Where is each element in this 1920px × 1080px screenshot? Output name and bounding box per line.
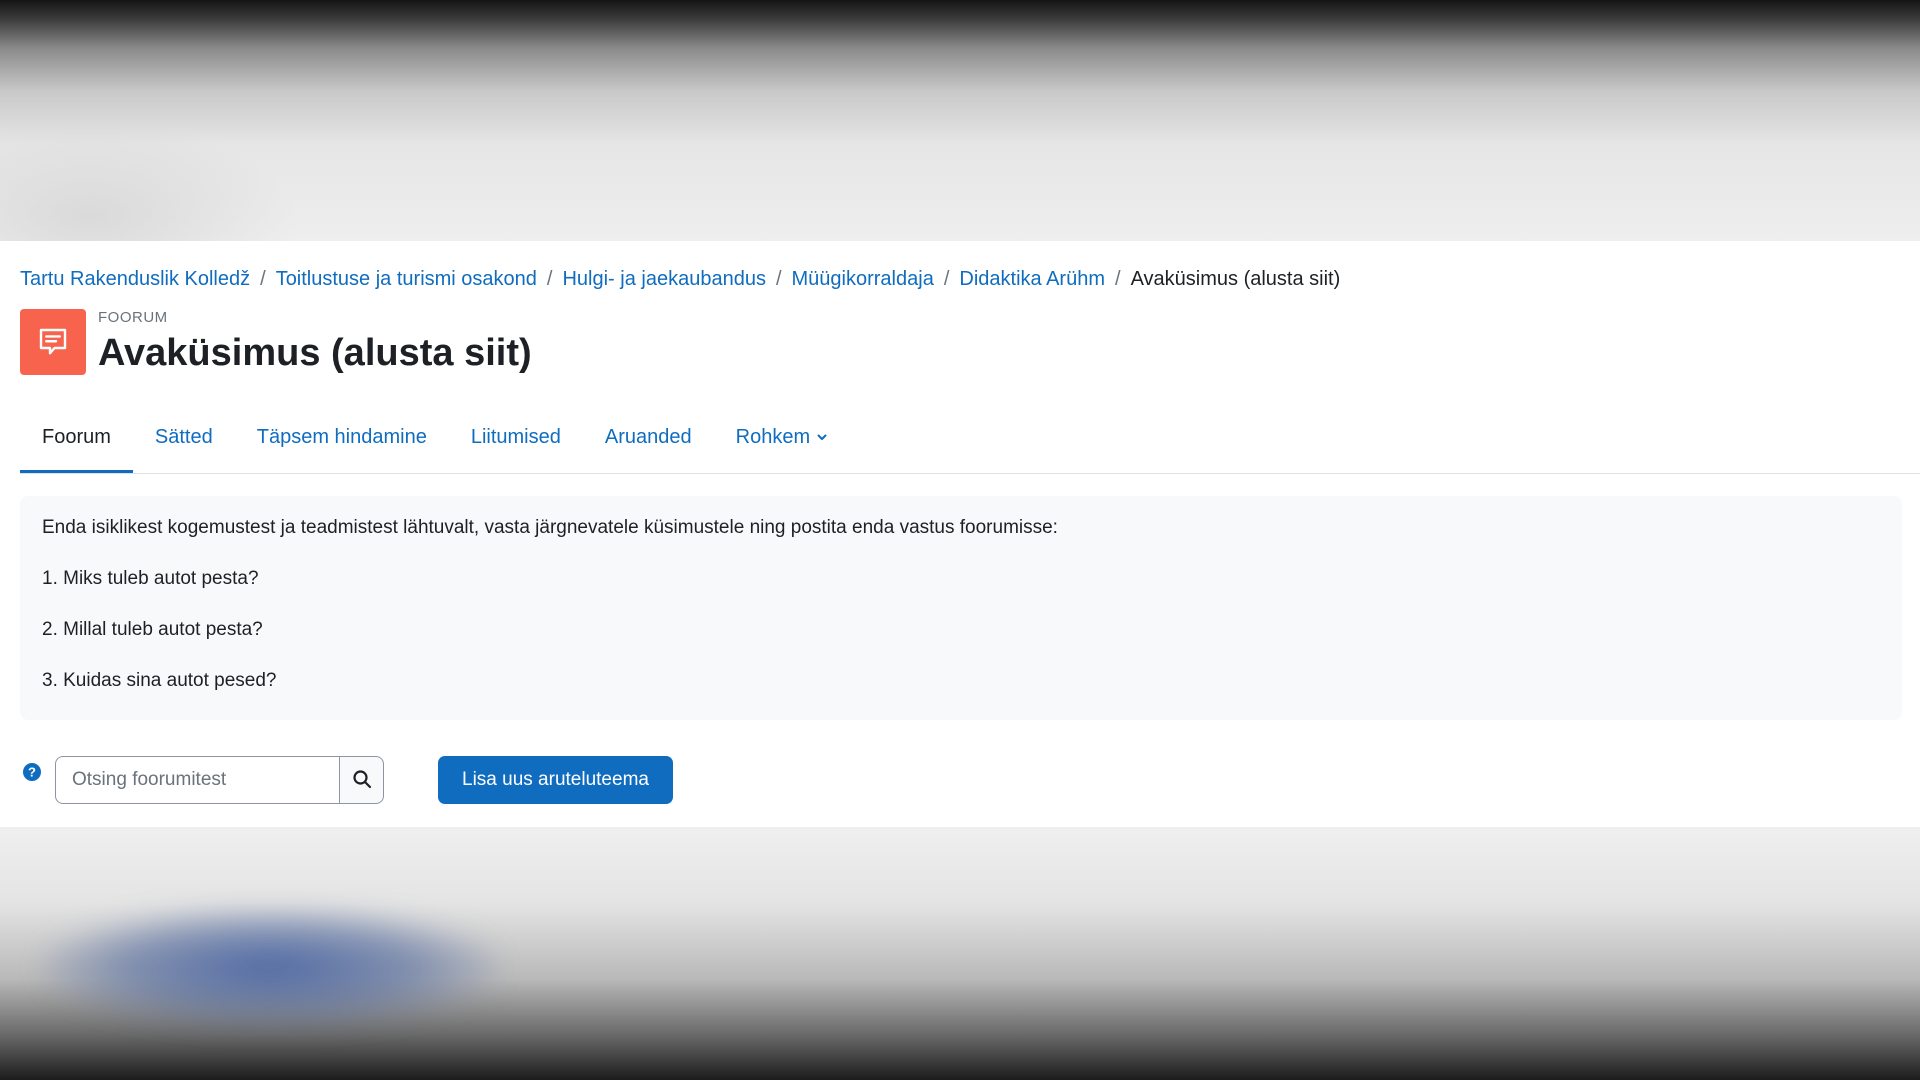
activity-type-label: FOORUM — [98, 309, 168, 326]
breadcrumb-link[interactable]: Hulgi- ja jaekaubandus — [562, 268, 765, 290]
breadcrumb-link[interactable]: Toitlustuse ja turismi osakond — [276, 268, 537, 290]
forum-icon — [20, 309, 86, 375]
page-content: Tartu Rakenduslik Kolledž / Toitlustuse ja… — [0, 241, 1920, 827]
tab-reports[interactable]: Aruanded — [583, 400, 714, 474]
tab-label: Liitumised — [470, 425, 561, 448]
intro-question: 3. Kuidas sina autot pesed? — [42, 670, 277, 691]
breadcrumb-separator: / — [546, 268, 553, 290]
tab-settings[interactable]: Sätted — [133, 400, 235, 474]
blurred-footer-area — [0, 827, 1920, 1080]
tab-advanced-grading[interactable]: Täpsem hindamine — [235, 400, 449, 474]
intro-question: 2. Millal tuleb autot pesta? — [42, 619, 263, 640]
chevron-down-icon — [816, 431, 828, 443]
tab-label: Sätted — [154, 425, 213, 448]
breadcrumb-separator: / — [1115, 268, 1121, 290]
forum-intro: Enda isiklikest kogemustest ja teadmiste… — [20, 496, 1902, 720]
secondary-navigation: Foorum Sätted Täpsem hindamine Liitumise… — [20, 400, 850, 474]
svg-text:?: ? — [28, 765, 36, 780]
tab-label: Foorum — [42, 425, 111, 448]
search-button[interactable] — [339, 756, 384, 804]
tabs-divider — [20, 473, 1920, 474]
breadcrumb-link[interactable]: Tartu Rakenduslik Kolledž — [20, 268, 250, 290]
search-icon — [352, 769, 372, 792]
breadcrumb-link[interactable]: Didaktika Arühm — [959, 268, 1105, 290]
forum-search — [55, 756, 384, 804]
add-discussion-button[interactable]: Lisa uus aruteluteema — [438, 756, 673, 804]
tab-forum[interactable]: Foorum — [20, 400, 133, 474]
search-input[interactable] — [55, 756, 339, 804]
breadcrumb-separator: / — [775, 268, 782, 290]
screenshot-frame: Tartu Rakenduslik Kolledž / Toitlustuse ja… — [0, 0, 1920, 1080]
blurred-shape — [40, 907, 500, 1027]
breadcrumb-separator: / — [943, 268, 950, 290]
breadcrumb-link[interactable]: Müügikorraldaja — [792, 268, 934, 290]
tab-label: Rohkem — [735, 425, 811, 448]
breadcrumb: Tartu Rakenduslik Kolledž / Toitlustuse ja… — [20, 266, 1340, 292]
breadcrumb-current: Avaküsimus (alusta siit) — [1130, 268, 1341, 290]
intro-paragraph: Enda isiklikest kogemustest ja teadmiste… — [42, 517, 1058, 538]
blurred-header-area — [0, 0, 1920, 241]
page-title: Avaküsimus (alusta siit) — [98, 332, 532, 374]
intro-question: 1. Miks tuleb autot pesta? — [42, 568, 259, 589]
tab-subscriptions[interactable]: Liitumised — [449, 400, 583, 474]
tab-more-dropdown[interactable]: Rohkem — [714, 400, 850, 474]
tab-label: Täpsem hindamine — [256, 425, 427, 448]
tab-label: Aruanded — [604, 425, 692, 448]
breadcrumb-separator: / — [260, 268, 266, 290]
help-icon[interactable]: ? — [22, 762, 42, 782]
